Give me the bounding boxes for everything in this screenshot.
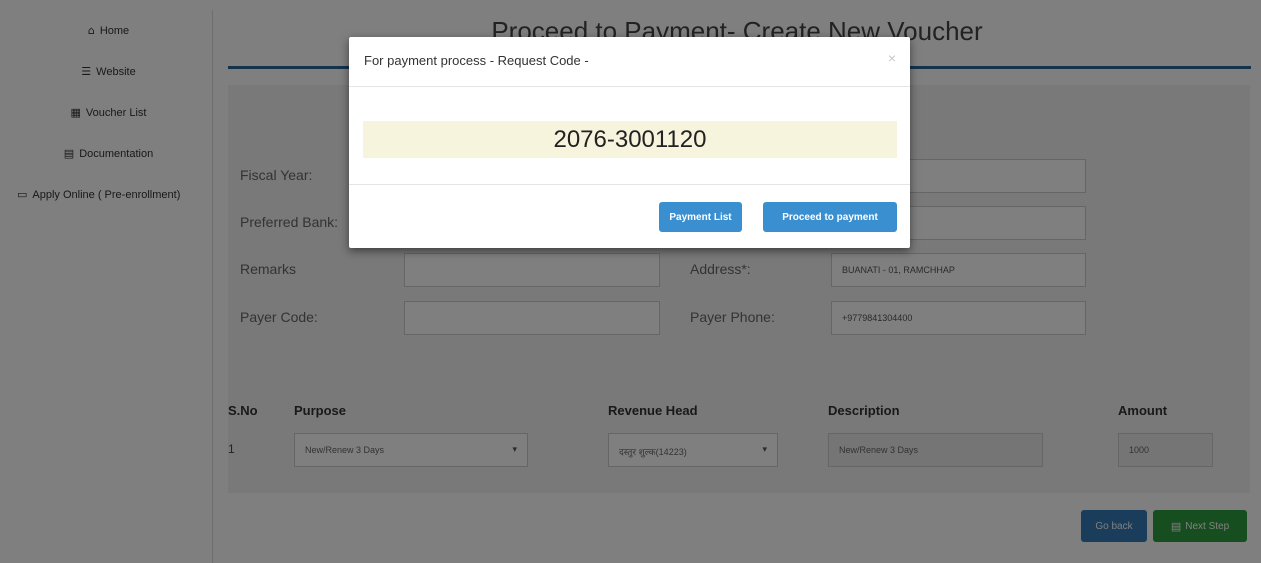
payment-list-button[interactable]: Payment List [659,202,742,232]
modal-header: For payment process - Request Code - × [349,37,910,87]
request-code: 2076-3001120 [363,121,897,158]
modal-footer-divider [349,184,910,185]
proceed-to-payment-button[interactable]: Proceed to payment [763,202,897,232]
modal-title: For payment process - Request Code - [364,53,589,68]
request-code-modal: For payment process - Request Code - × 2… [349,37,910,248]
app-screen: ⌂ Home ☰ Website ▦ Voucher List ▤ Docume… [0,0,1261,563]
close-icon[interactable]: × [888,50,896,66]
